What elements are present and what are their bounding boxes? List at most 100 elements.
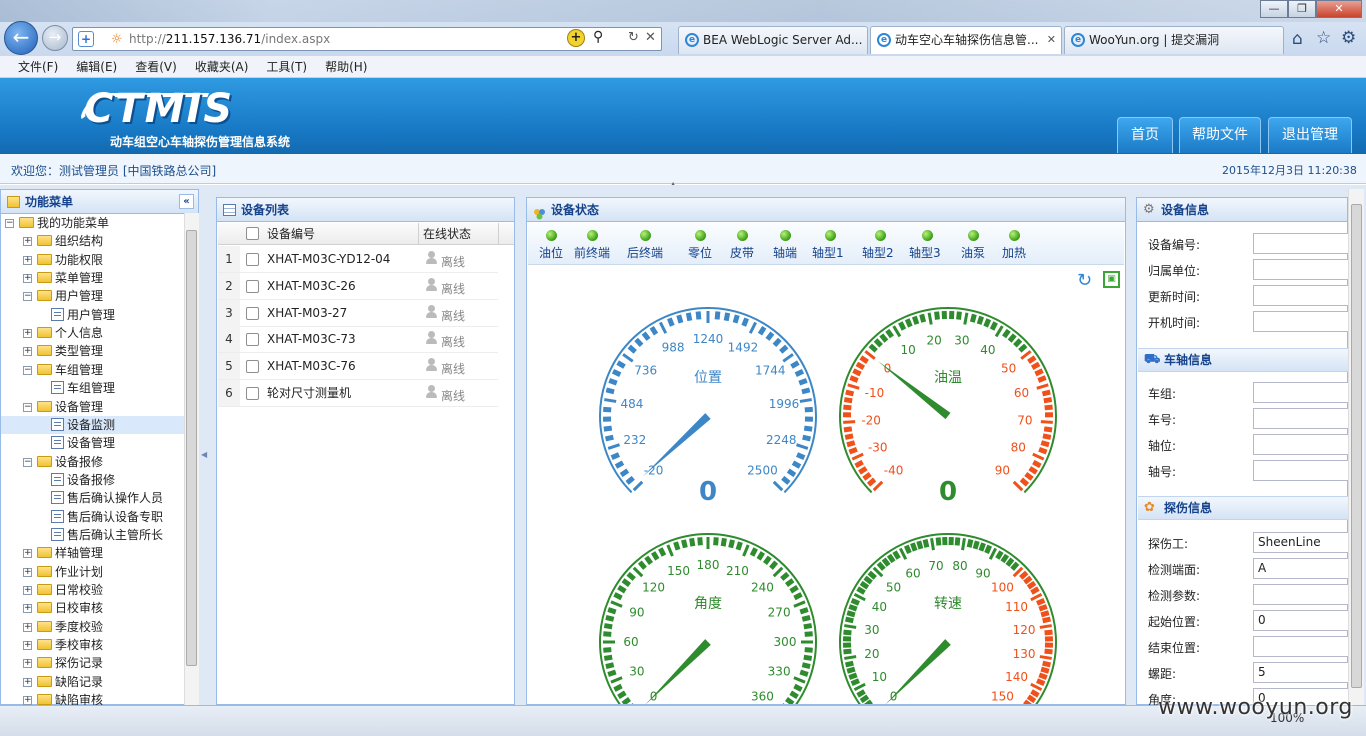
sidebar-item[interactable]: 用户管理 xyxy=(1,306,185,324)
table-row[interactable]: 5 XHAT-M03C-76 离线 xyxy=(218,353,498,381)
column-header-code[interactable]: 设备编号 xyxy=(267,223,315,245)
table-row[interactable]: 3 XHAT-M03-27 离线 xyxy=(218,299,498,327)
sidebar-item[interactable]: − 我的功能菜单 xyxy=(1,214,185,232)
close-window-button[interactable]: ✕ xyxy=(1316,0,1362,18)
close-tab-icon[interactable]: ✕ xyxy=(1047,27,1056,53)
field-input[interactable]: 5 xyxy=(1253,662,1351,683)
sidebar-item[interactable]: − 设备报修 xyxy=(1,453,185,471)
expand-toggle-icon[interactable]: + xyxy=(23,586,32,595)
sidebar-item[interactable]: + 作业计划 xyxy=(1,563,185,581)
field-input[interactable]: A xyxy=(1253,558,1351,579)
browser-tab[interactable]: e BEA WebLogic Server Ad... xyxy=(678,26,868,54)
sidebar-item[interactable]: + 日校审核 xyxy=(1,599,185,617)
field-input[interactable]: 0 xyxy=(1253,610,1351,631)
page-scrollbar[interactable] xyxy=(1348,189,1364,705)
row-checkbox[interactable] xyxy=(246,253,259,266)
nav-home-button[interactable]: 首页 xyxy=(1117,117,1173,153)
expand-toggle-icon[interactable]: + xyxy=(23,347,32,357)
gear-icon[interactable]: ⚙ xyxy=(1341,28,1356,48)
expand-toggle-icon[interactable]: + xyxy=(23,567,32,577)
expand-toggle-icon[interactable]: + xyxy=(23,696,32,706)
sidebar-item[interactable]: 车组管理 xyxy=(1,379,185,397)
field-input[interactable] xyxy=(1253,636,1351,657)
sidebar-item[interactable]: + 样轴管理 xyxy=(1,544,185,562)
field-input[interactable] xyxy=(1253,233,1351,254)
row-checkbox[interactable] xyxy=(246,306,259,320)
nav-logout-button[interactable]: 退出管理 xyxy=(1268,117,1352,153)
field-input[interactable] xyxy=(1253,408,1351,429)
sidebar-item[interactable]: + 组织结构 xyxy=(1,232,185,250)
sidebar-item[interactable]: + 缺陷记录 xyxy=(1,673,185,691)
expand-toggle-icon[interactable]: + xyxy=(23,659,32,669)
collapse-toggle-icon[interactable]: − xyxy=(5,219,14,228)
stop-icon[interactable]: ✕ xyxy=(645,30,656,45)
browser-tab[interactable]: e WooYun.org | 提交漏洞 xyxy=(1064,26,1284,54)
forward-button[interactable]: → xyxy=(42,25,68,51)
field-input[interactable] xyxy=(1253,259,1351,280)
sidebar-item[interactable]: + 日常校验 xyxy=(1,581,185,599)
sidebar-item[interactable]: 设备管理 xyxy=(1,434,185,452)
expand-toggle-icon[interactable]: + xyxy=(23,604,32,614)
minimize-button[interactable]: — xyxy=(1260,0,1288,18)
collapse-toggle-icon[interactable]: − xyxy=(23,457,32,467)
row-checkbox[interactable] xyxy=(246,279,259,293)
menu-favorites[interactable]: 收藏夹(A) xyxy=(195,56,249,78)
field-input[interactable]: SheenLine xyxy=(1253,532,1351,553)
sidebar-item[interactable]: + 菜单管理 xyxy=(1,269,185,287)
table-row[interactable]: 1 XHAT-M03C-YD12-04 离线 xyxy=(218,246,498,273)
favorites-star-icon[interactable]: ☆ xyxy=(1316,28,1331,48)
browser-tab-active[interactable]: e 动车空心车轴探伤信息管... ✕ xyxy=(870,26,1062,54)
sidebar-item[interactable]: 售后确认设备专职 xyxy=(1,508,185,526)
restore-button[interactable]: ❐ xyxy=(1288,0,1316,18)
address-bar[interactable]: + ☼ http://211.157.136.71/index.aspx + ⚲… xyxy=(72,27,662,51)
sidebar-item[interactable]: + 季校审核 xyxy=(1,636,185,654)
menu-edit[interactable]: 编辑(E) xyxy=(76,56,117,78)
nav-help-button[interactable]: 帮助文件 xyxy=(1179,117,1261,153)
expand-toggle-icon[interactable]: + xyxy=(23,274,32,284)
collapse-toggle-icon[interactable]: − xyxy=(23,365,32,375)
menu-file[interactable]: 文件(F) xyxy=(18,56,58,78)
sidebar-item[interactable]: 售后确认操作人员 xyxy=(1,489,185,507)
field-input[interactable] xyxy=(1253,285,1351,306)
collapse-sidebar-button[interactable]: « xyxy=(179,194,194,209)
sidebar-item[interactable]: 设备监测 xyxy=(1,415,185,434)
row-checkbox[interactable] xyxy=(246,333,259,347)
row-checkbox[interactable] xyxy=(246,387,259,400)
table-row[interactable]: 4 XHAT-M03C-73 离线 xyxy=(218,326,498,354)
refresh-icon[interactable]: ↻ xyxy=(628,30,639,45)
sidebar-item[interactable]: + 季度校验 xyxy=(1,618,185,636)
home-icon[interactable]: ⌂ xyxy=(1292,29,1303,49)
expand-toggle-icon[interactable]: + xyxy=(23,549,32,559)
field-input[interactable] xyxy=(1253,434,1351,455)
sidebar-item[interactable]: + 个人信息 xyxy=(1,324,185,342)
splitter-handle[interactable]: ◀ xyxy=(201,450,207,459)
row-checkbox[interactable] xyxy=(246,360,259,374)
expand-toggle-icon[interactable]: + xyxy=(23,329,32,339)
expand-toggle-icon[interactable]: + xyxy=(23,255,32,265)
menu-tools[interactable]: 工具(T) xyxy=(266,56,307,78)
table-row[interactable]: 6 轮对尺寸测量机 离线 xyxy=(218,380,498,407)
sidebar-item[interactable]: − 用户管理 xyxy=(1,287,185,305)
field-input[interactable] xyxy=(1253,382,1351,403)
sidebar-item[interactable]: 设备报修 xyxy=(1,471,185,489)
back-button[interactable]: ← xyxy=(4,21,38,55)
menu-help[interactable]: 帮助(H) xyxy=(325,56,367,78)
select-all-checkbox[interactable] xyxy=(246,227,259,240)
column-header-status[interactable]: 在线状态 xyxy=(423,223,471,245)
collapse-toggle-icon[interactable]: − xyxy=(23,292,32,302)
sidebar-item[interactable]: + 类型管理 xyxy=(1,342,185,360)
collapse-toggle-icon[interactable]: − xyxy=(23,402,32,412)
page-scrollbar-thumb[interactable] xyxy=(1351,204,1362,688)
field-input[interactable] xyxy=(1253,311,1351,332)
sidebar-item[interactable]: − 设备管理 xyxy=(1,398,185,416)
expand-toggle-icon[interactable]: + xyxy=(23,677,32,687)
expand-toggle-icon[interactable]: + xyxy=(23,237,32,247)
sidebar-item[interactable]: + 功能权限 xyxy=(1,251,185,269)
sidebar-item[interactable]: 售后确认主管所长 xyxy=(1,526,185,544)
table-row[interactable]: 2 XHAT-M03C-26 离线 xyxy=(218,272,498,300)
field-input[interactable] xyxy=(1253,584,1351,605)
sidebar-item[interactable]: − 车组管理 xyxy=(1,361,185,379)
compat-view-icon[interactable]: + xyxy=(567,29,585,47)
sidebar-item[interactable]: + 探伤记录 xyxy=(1,654,185,672)
expand-toggle-icon[interactable]: + xyxy=(23,641,32,651)
